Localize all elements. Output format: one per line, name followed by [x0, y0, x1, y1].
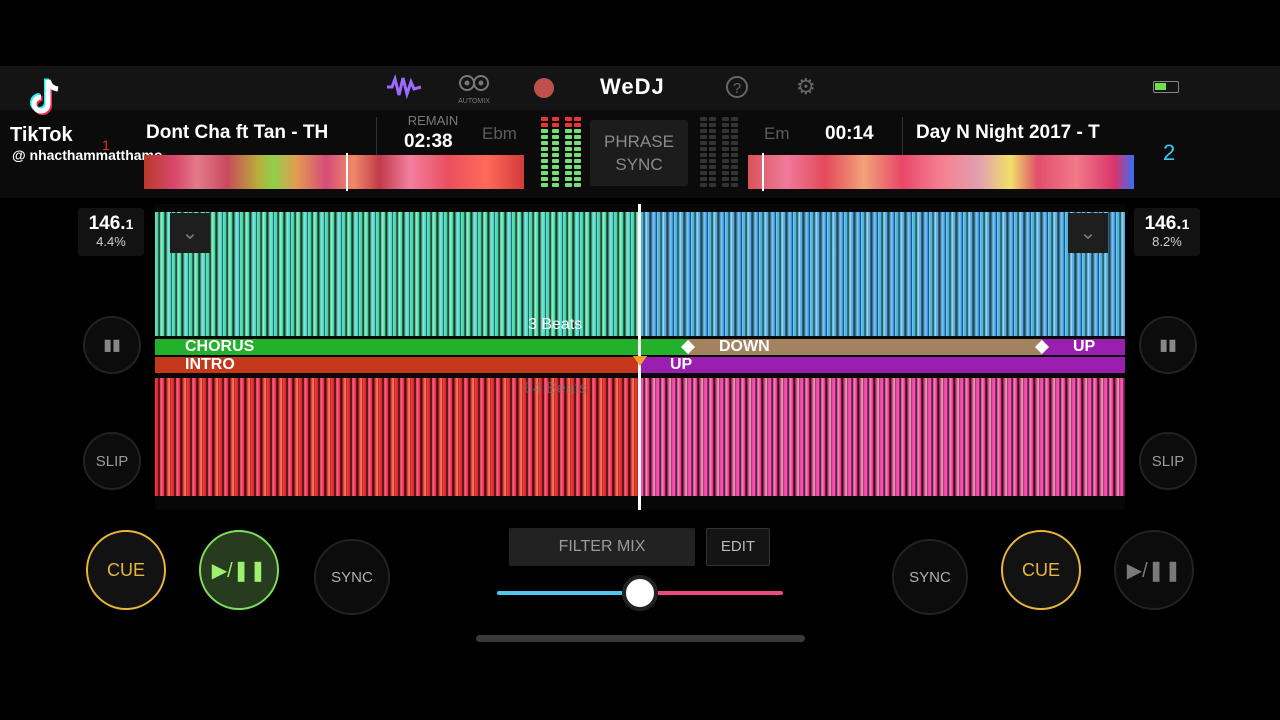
deck1-time: 02:38 — [404, 131, 453, 152]
deck2-time: 00:14 — [825, 123, 874, 144]
deck2-phrase-down: DOWN — [688, 339, 1042, 355]
deck2-number: 2 — [1163, 140, 1176, 165]
deck2-pitch: 8.2% — [1152, 234, 1182, 249]
deck1-level-meter-right — [552, 117, 559, 187]
deck1-pitch: 4.4% — [96, 234, 126, 249]
deck2-level-meter-2 — [722, 117, 729, 187]
phrase-sync-line2: SYNC — [615, 155, 663, 174]
deck1-slip-button[interactable]: SLIP — [83, 432, 141, 490]
crossfader-track-left — [497, 591, 640, 595]
deck2-mode-button[interactable]: ▮▮ — [1139, 316, 1197, 374]
deck2-phrase-up: UP — [670, 356, 693, 373]
deck1-cue-button[interactable]: CUE — [86, 530, 166, 610]
grid-icon: ▮▮ — [1159, 337, 1177, 354]
deck2-level-meter — [700, 117, 707, 187]
deck2-level-meter-3 — [731, 117, 738, 187]
app-title: WeDJ — [600, 74, 665, 99]
deck2-bpm-display[interactable]: 146.1 8.2% — [1134, 208, 1200, 256]
deck2-track-title[interactable]: Day N Night 2017 - T — [916, 122, 1130, 144]
deck1-level-meter — [541, 117, 548, 187]
deck2-phrase-up-bar: UP — [640, 357, 1125, 373]
deck2-beats-label: 3 Beats — [528, 316, 583, 333]
edit-button[interactable]: EDIT — [706, 528, 770, 566]
deck1-sync-button[interactable]: SYNC — [314, 539, 390, 615]
automix-label: AUTOMIX — [458, 98, 490, 105]
deck2-bpm-decimal: 1 — [1181, 216, 1190, 232]
tiktok-handle: @ nhacthammatthamo — [12, 147, 163, 163]
battery-icon — [1153, 81, 1179, 93]
deck2-bpm: 146. — [1144, 213, 1182, 234]
deck2-slip-button[interactable]: SLIP — [1139, 432, 1197, 490]
deck2-level-meter-right — [709, 117, 716, 187]
deck1-phrase-top: CHORUS — [185, 338, 255, 355]
deck1-key: Ebm — [482, 124, 517, 143]
deck1-level-meter-3 — [574, 117, 581, 187]
deck1-bpm-decimal: 1 — [125, 216, 134, 232]
divider — [376, 117, 377, 155]
filter-mix-button[interactable]: FILTER MIX — [509, 528, 695, 566]
deck1-overview-playhead — [346, 153, 348, 191]
deck1-level-meter-2 — [565, 117, 572, 187]
deck2-play-pause-button[interactable]: ▶/❚❚ — [1114, 530, 1194, 610]
crossfader-knob[interactable] — [622, 575, 658, 611]
record-icon[interactable] — [534, 78, 554, 98]
deck1-phrase-bottom: INTRO — [185, 356, 235, 373]
deck1-overview-waveform[interactable] — [144, 155, 524, 189]
deck1-bpm: 146. — [88, 213, 126, 234]
deck1-play-pause-button[interactable]: ▶/❚❚ — [199, 530, 279, 610]
deck2-phrase-up-end: UP — [1042, 339, 1125, 355]
gear-icon[interactable]: ⚙ — [796, 76, 816, 98]
deck1-phrase-bottom-bar: INTRO — [155, 357, 640, 373]
deck2-waveform-ahead — [640, 212, 1125, 336]
waveform-icon[interactable] — [385, 73, 423, 100]
deck2-phrase-down-label: DOWN — [719, 338, 770, 355]
deck1-remain-label: REMAIN — [407, 113, 459, 128]
deck2-phrase-up2-label: UP — [1073, 338, 1096, 355]
phrase-sync-line1: PHRASE — [604, 132, 674, 151]
help-icon[interactable]: ? — [726, 76, 748, 98]
home-indicator[interactable] — [476, 635, 805, 642]
deck2-cue-button[interactable]: CUE — [1001, 530, 1081, 610]
phrase-sync-button[interactable]: PHRASE SYNC — [590, 120, 688, 186]
deck2-overview-playhead — [762, 153, 764, 191]
automix-icon[interactable]: AUTOMIX — [456, 73, 492, 105]
deck1-waveform-ahead — [640, 378, 1125, 496]
tiktok-brand: TikTok — [10, 124, 73, 146]
cue-marker-icon — [633, 356, 647, 366]
deck2-overview-waveform[interactable] — [748, 155, 1134, 189]
deck1-bpm-display[interactable]: 146.1 4.4% — [78, 208, 144, 256]
deck1-collapse-chevron-icon[interactable]: ⌄ — [170, 213, 210, 253]
deck2-collapse-chevron-icon[interactable]: ⌄ — [1068, 213, 1108, 253]
crossfader-track-right — [640, 591, 783, 595]
deck1-number: 1 — [102, 137, 110, 153]
deck1-track-title[interactable]: Dont Cha ft Tan - TH — [146, 122, 366, 144]
deck1-beats-label: 64 Beats — [524, 380, 588, 397]
divider — [902, 117, 903, 155]
deck1-mode-button[interactable]: ▮▮ — [83, 316, 141, 374]
grid-icon: ▮▮ — [103, 337, 121, 354]
tiktok-logo-icon — [26, 76, 68, 120]
deck1-phrase-bar: CHORUS — [155, 339, 640, 355]
deck2-sync-button[interactable]: SYNC — [892, 539, 968, 615]
deck2-key: Em — [764, 124, 790, 143]
